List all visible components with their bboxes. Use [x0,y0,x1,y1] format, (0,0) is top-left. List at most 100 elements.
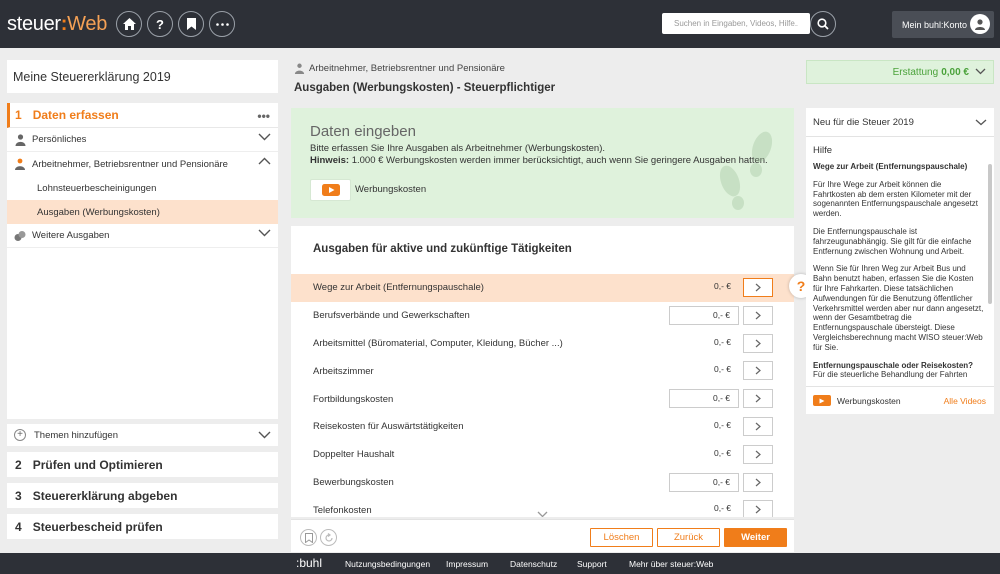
worker-icon [294,63,305,74]
expense-amount: 0,- € [713,281,731,291]
account-button[interactable]: Mein buhl:Konto [892,11,994,38]
sidebar-nav: 1 Daten erfassen ••• Persönliches Arbeit… [7,103,278,419]
table-row[interactable]: Berufsverbände und Gewerkschaften 0,- € [291,302,794,330]
help-icon[interactable]: ? [147,11,173,37]
chevron-right-icon [755,311,761,320]
home-icon[interactable] [116,11,142,37]
chevron-right-icon [755,283,761,292]
buhl-logo[interactable]: :buhl [296,556,322,570]
section-title: Ausgaben für aktive und zukünftige Tätig… [313,243,572,255]
expense-amount: 0,- € [713,336,731,347]
worker-icon [14,158,26,170]
expense-amount[interactable]: 0,- € [669,305,739,325]
play-video-icon [813,395,831,406]
footer-link-terms[interactable]: Nutzungsbedingungen [345,559,430,569]
intro-hint: Hinweis: 1.000 € Werbungskosten werden i… [310,155,768,166]
step-label: Steuererklärung abgeben [32,488,178,503]
video-button[interactable] [310,179,351,201]
chevron-down-icon[interactable] [975,118,987,129]
expense-amount: 0,- € [713,503,731,514]
table-row[interactable]: Bewerbungskosten 0,- € [291,469,794,497]
hint-text: 1.000 € Werbungskosten werden immer berü… [349,155,768,166]
step-4-review[interactable]: 4 Steuerbescheid prüfen [7,514,278,539]
footprints-icon [719,131,773,210]
footer-link-support[interactable]: Support [577,559,607,569]
footer-link-about[interactable]: Mehr über steuer:Web [629,559,713,569]
open-details-button[interactable] [743,416,773,436]
expenses-section: Ausgaben für aktive und zukünftige Tätig… [291,226,794,517]
chevron-down-icon[interactable] [258,133,271,144]
chevron-down-icon[interactable] [258,431,271,442]
sidebar-item-personal[interactable]: Persönliches [7,128,278,152]
table-row[interactable]: Arbeitszimmer 0,- € [291,357,794,385]
person-icon [14,133,26,146]
help-paragraph: Für Ihre Wege zur Arbeit können die Fahr… [813,179,979,219]
back-button[interactable]: Zurück [657,528,720,547]
steuerweb-logo[interactable]: steuer:Web [7,13,107,36]
chevron-right-icon [755,478,761,487]
delete-button[interactable]: Löschen [590,528,653,547]
footer-link-imprint[interactable]: Impressum [446,559,488,569]
open-details-button[interactable] [743,361,773,381]
footer-link-privacy[interactable]: Datenschutz [510,559,557,569]
expense-label: Doppelter Haushalt [313,449,395,461]
table-row[interactable]: Doppelter Haushalt 0,- € [291,441,794,469]
bookmark-icon[interactable] [178,11,204,37]
scroll-down-icon[interactable] [537,507,548,517]
step-3-submit[interactable]: 3 Steuererklärung abgeben [7,483,278,508]
open-details-button[interactable] [743,444,773,464]
sidebar-subitem-expenses[interactable]: Ausgaben (Werbungskosten) [7,200,278,224]
step-1-data-entry[interactable]: 1 Daten erfassen ••• [7,103,278,128]
all-videos-link[interactable]: Alle Videos [944,396,986,406]
open-details-button[interactable] [743,278,773,297]
add-themes-label: Themen hinzufügen [34,429,118,441]
next-button[interactable]: Weiter [724,528,787,547]
logo-sub: Web [67,13,108,35]
expense-label: Wege zur Arbeit (Entfernungspauschale) [313,282,484,294]
chevron-down-icon[interactable] [258,229,271,240]
expense-amount[interactable]: 0,- € [669,389,739,409]
help-video-row[interactable]: Werbungskosten Alle Videos [806,386,994,414]
step-number: 1 [15,108,22,122]
open-details-button[interactable] [743,389,773,409]
open-details-button[interactable] [743,500,773,517]
sidebar-item-more-expenses[interactable]: Weitere Ausgaben [7,224,278,248]
help-paragraph: Die Entfernungspauschale ist fahrzeuguna… [813,226,972,256]
sidebar-subitem-wage-tax[interactable]: Lohnsteuerbescheinigungen [7,176,278,200]
bookmark-add-icon[interactable] [300,529,317,546]
expense-label: Arbeitsmittel (Büromaterial, Computer, K… [313,337,563,349]
search-input[interactable] [662,13,810,34]
chevron-up-icon[interactable] [258,157,271,168]
sidebar-item-label: Arbeitnehmer, Betriebsrentner und Pensio… [32,158,228,170]
search-button[interactable] [810,11,836,37]
table-row[interactable]: Wege zur Arbeit (Entfernungspauschale) 0,… [291,274,794,302]
chevron-down-icon[interactable] [975,67,986,78]
video-label[interactable]: Werbungskosten [355,184,426,195]
table-row[interactable]: Fortbildungskosten 0,- € [291,385,794,413]
help-scrollbar[interactable] [988,164,992,304]
reset-icon[interactable] [320,529,337,546]
chevron-right-icon [755,366,761,375]
chevron-right-icon [755,505,761,514]
top-bar: steuer:Web ? Mein buhl:Konto [0,0,1000,48]
refund-indicator[interactable]: Erstattung 0,00 € [806,60,994,84]
open-details-button[interactable] [743,305,773,325]
sidebar-item-employees[interactable]: Arbeitnehmer, Betriebsrentner und Pensio… [7,152,278,176]
expense-rows: Wege zur Arbeit (Entfernungspauschale) 0,… [291,274,794,517]
chevron-right-icon [755,422,761,431]
table-row[interactable]: Reisekosten für Auswärtstätigkeiten 0,- € [291,413,794,441]
table-row[interactable]: Arbeitsmittel (Büromaterial, Computer, K… [291,330,794,358]
step-2-check[interactable]: 2 Prüfen und Optimieren [7,452,278,477]
expense-amount[interactable]: 0,- € [669,472,739,492]
open-details-button[interactable] [743,472,773,492]
expense-label: Telefonkosten [313,504,372,516]
search-icon [817,18,829,30]
step-menu-icon[interactable]: ••• [257,109,270,123]
news-header[interactable]: Neu für die Steuer 2019 [806,108,994,137]
more-icon[interactable] [209,11,235,37]
refund-label: Erstattung [892,66,939,78]
refund-value: 0,00 € [941,66,969,78]
action-bar: Löschen Zurück Weiter [291,519,794,552]
open-details-button[interactable] [743,333,773,353]
add-themes-button[interactable]: + Themen hinzufügen [7,424,278,446]
